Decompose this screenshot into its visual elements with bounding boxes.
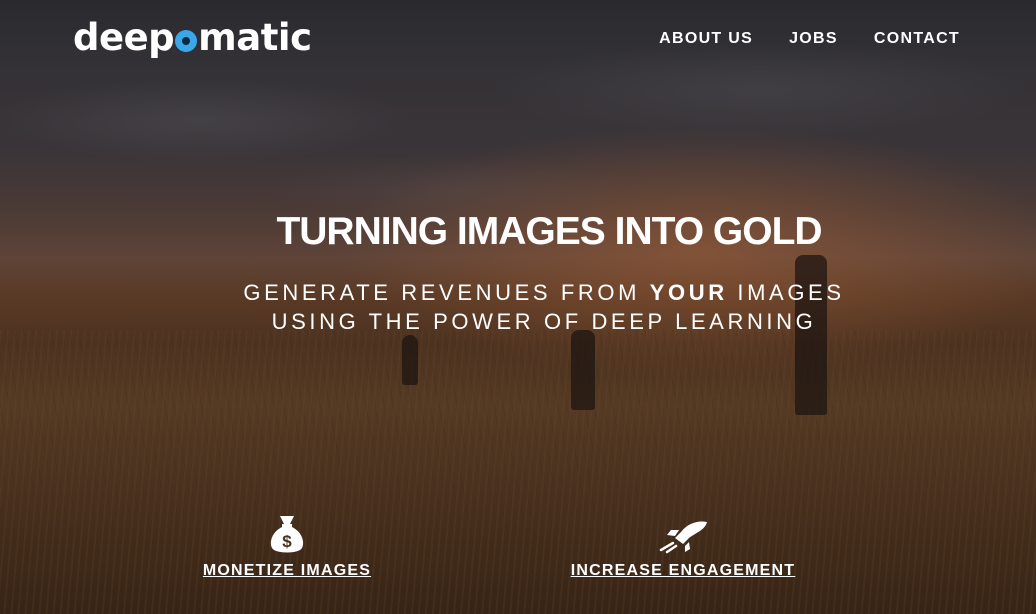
nav-contact-link[interactable]: CONTACT (874, 30, 960, 48)
top-navigation-bar: deep matic ABOUT US JOBS CONTACT (0, 0, 1036, 80)
subline-text: GENERATE REVENUES FROM (243, 280, 641, 305)
logo-text-end: matic (198, 16, 312, 59)
hero-subline-2: USING THE POWER OF DEEP LEARNING (271, 309, 817, 334)
nav-about-us-link[interactable]: ABOUT US (659, 30, 753, 48)
nav-jobs-link[interactable]: JOBS (789, 30, 838, 48)
rocket-icon (659, 521, 707, 554)
person-silhouette (795, 255, 827, 415)
feature-engagement: INCREASE ENGAGEMENT (552, 514, 814, 580)
subline-emphasis: YOUR (649, 280, 728, 305)
hero-background: deep matic ABOUT US JOBS CONTACT TURNING… (0, 0, 1036, 614)
svg-text:$: $ (282, 532, 292, 551)
subline-text: IMAGES (737, 280, 845, 305)
person-silhouette (402, 335, 418, 385)
main-nav: ABOUT US JOBS CONTACT (659, 30, 960, 48)
monetize-images-link[interactable]: MONETIZE IMAGES (203, 562, 371, 580)
deepomatic-logo[interactable]: deep matic (73, 14, 312, 62)
logo-text-start: deep (73, 16, 175, 59)
hero-subline-1: GENERATE REVENUES FROM YOUR IMAGES (0, 280, 1036, 306)
hero-headline: TURNING IMAGES INTO GOLD (276, 210, 822, 253)
person-silhouette (571, 330, 595, 410)
grass-field (0, 330, 1036, 614)
money-bag-icon: $ (270, 516, 304, 553)
logo-eye-icon (175, 30, 198, 52)
increase-engagement-link[interactable]: INCREASE ENGAGEMENT (571, 562, 796, 580)
feature-monetize: $ MONETIZE IMAGES (180, 514, 394, 580)
